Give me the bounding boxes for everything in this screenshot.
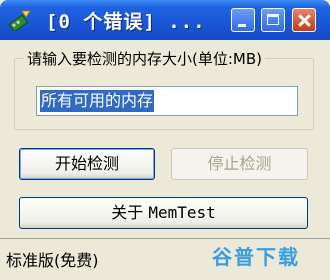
stop-test-button[interactable]: 停止检测 xyxy=(171,148,308,180)
memory-size-input[interactable]: 所有可用的内存 xyxy=(36,86,298,116)
title-bar[interactable]: [0 个错误] ... xyxy=(0,0,330,40)
memory-size-label: 请输入要检测的内存大小(单位:MB) xyxy=(24,48,265,69)
watermark-logo: 谷普下载 xyxy=(212,245,300,269)
start-test-button[interactable]: 开始检测 xyxy=(19,148,155,180)
about-button-prefix: 关于 xyxy=(111,203,149,222)
about-button[interactable]: 关于 MemTest xyxy=(19,197,308,229)
minimize-button[interactable] xyxy=(231,8,255,32)
maximize-button[interactable] xyxy=(261,8,285,32)
memtest-app-icon xyxy=(8,10,31,31)
memory-size-input-value: 所有可用的内存 xyxy=(40,90,155,112)
edition-status: 标准版(免费) xyxy=(6,251,99,270)
app-window: [0 个错误] ... 请输入要检测的内存大小(单位:MB) 所有可用的内存 开… xyxy=(0,0,330,279)
close-button[interactable] xyxy=(292,8,316,32)
about-button-app-name: MemTest xyxy=(148,203,216,222)
window-title: [0 个错误] ... xyxy=(46,11,206,33)
